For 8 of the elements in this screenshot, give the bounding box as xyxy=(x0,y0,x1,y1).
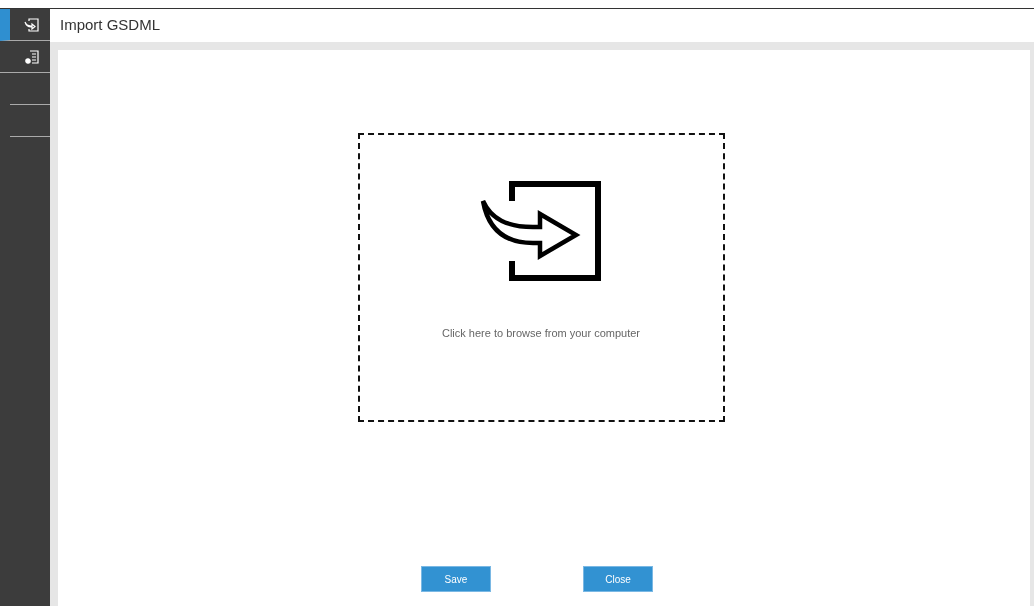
page-title: Import GSDML xyxy=(60,15,161,36)
import-icon xyxy=(24,16,40,33)
document-gear-icon xyxy=(24,48,40,65)
close-button[interactable]: Close xyxy=(583,566,653,592)
browse-hint: Click here to browse from your computer xyxy=(441,326,641,341)
save-button[interactable]: Save xyxy=(421,566,491,592)
file-drop-zone[interactable]: Click here to browse from your computer xyxy=(357,133,725,422)
import-icon xyxy=(480,181,602,281)
